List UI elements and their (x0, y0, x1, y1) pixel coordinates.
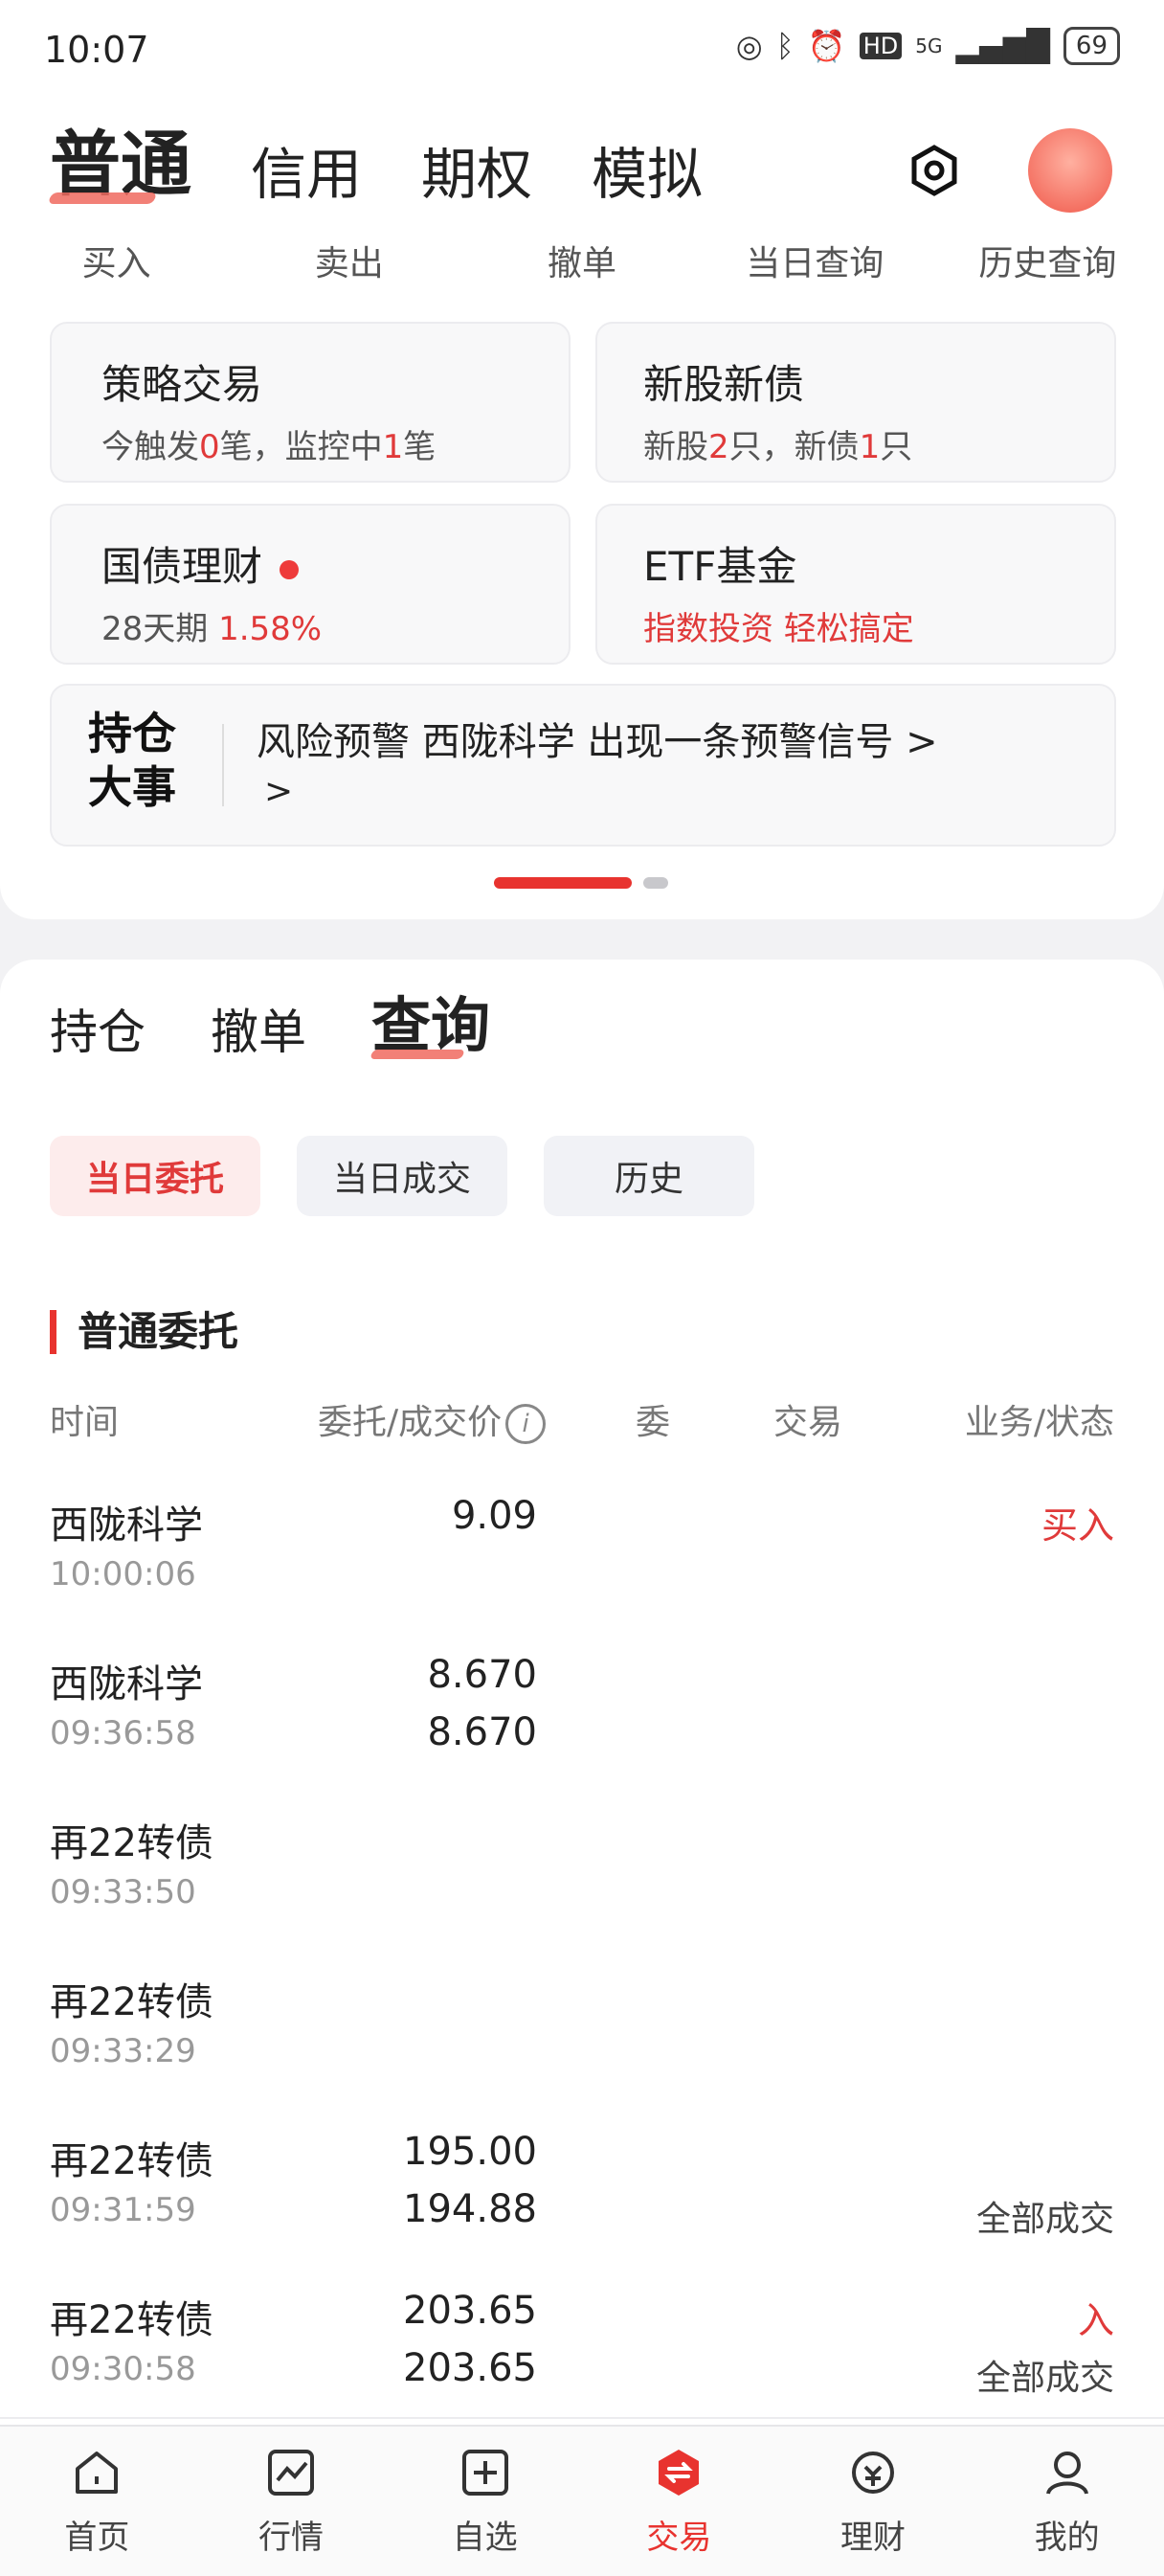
tab-normal[interactable]: 普通 (50, 107, 191, 210)
etf-card[interactable]: ETF基金 指数投资 轻松搞定 (595, 504, 1116, 665)
tab-options[interactable]: 期权 (421, 129, 532, 210)
table-header: 时间 委托/成交价 i 委 交易 业务/状态 (0, 1389, 1164, 1465)
quick-actions: 买入 卖出 撤单 当日查询 历史查询 (0, 236, 1164, 285)
bond-finance-sub: 28天期 1.58% (101, 610, 323, 648)
table-row[interactable]: 再22转债 09:30:58 203.65 203.65 入 全部成交 (0, 2258, 1164, 2419)
info-icon[interactable]: i (505, 1404, 547, 1444)
table-row[interactable]: 西陇科学 10:00:06 9.09 买入 (0, 1463, 1164, 1624)
col-trade: 交易 (773, 1403, 843, 1442)
ipo-title: 新股新债 (643, 361, 805, 408)
alert-more-icon[interactable]: > (264, 772, 293, 811)
table-row[interactable]: 再22转债 09:31:59 195.00 194.88 全部成交 (0, 2099, 1164, 2260)
chip-today-orders[interactable]: 当日委托 (50, 1136, 260, 1216)
signal-icon: ▂▄▆█ (955, 28, 1050, 64)
chip-today-trades[interactable]: 当日成交 (297, 1136, 507, 1216)
orders-tabs: 持仓 撤单 查询 (50, 977, 555, 1063)
nav-mine[interactable]: 我的 (970, 2427, 1164, 2576)
nav-home[interactable]: 首页 (0, 2427, 194, 2576)
table-row[interactable]: 西陇科学 09:36:58 8.670 8.670 (0, 1622, 1164, 1783)
col-qty: 委 (636, 1403, 671, 1442)
cancel-order-action[interactable]: 撤单 (465, 236, 698, 285)
col-status: 业务/状态 (964, 1403, 1114, 1442)
etf-sub: 指数投资 轻松搞定 (643, 610, 914, 648)
carousel-dot (643, 877, 668, 889)
strategy-title: 策略交易 (101, 361, 263, 408)
nav-finance[interactable]: 理财 (776, 2427, 971, 2576)
bond-finance-title: 国债理财 (101, 534, 569, 593)
avatar[interactable] (1028, 128, 1112, 213)
alert-text: 风险预警 西陇科学 出现一条预警信号 > (257, 720, 938, 764)
tab-simulation[interactable]: 模拟 (592, 129, 703, 210)
alert-badge: 持仓 大事 (88, 708, 176, 813)
tab-positions[interactable]: 持仓 (50, 994, 146, 1063)
buy-action[interactable]: 买入 (0, 236, 233, 285)
trade-icon (659, 2449, 700, 2496)
ipo-card[interactable]: 新股新债 新股2只，新债1只 (595, 322, 1116, 483)
etf-title: ETF基金 (643, 543, 797, 590)
sell-action[interactable]: 卖出 (233, 236, 465, 285)
history-query-action[interactable]: 历史查询 (931, 236, 1164, 285)
home-icon (76, 2451, 119, 2494)
notification-dot (280, 559, 300, 579)
col-time: 时间 (50, 1403, 120, 1442)
ipo-sub: 新股2只，新债1只 (643, 428, 913, 466)
query-filter-chips: 当日委托 当日成交 历史 (50, 1136, 754, 1216)
tab-query[interactable]: 查询 (371, 977, 490, 1063)
nav-market[interactable]: 行情 (194, 2427, 389, 2576)
strategy-trade-card[interactable]: 策略交易 今触发0笔，监控中1笔 (50, 322, 571, 483)
account-tabs: 普通 信用 期权 模拟 (50, 107, 762, 210)
alert-divider (222, 724, 224, 806)
tab-cancel[interactable]: 撤单 (211, 994, 306, 1063)
alarm-icon: ⏰ (807, 28, 846, 64)
position-alert-banner[interactable]: 持仓 大事 风险预警 西陇科学 出现一条预警信号 > > (50, 684, 1116, 847)
hotspot-icon: ◎ (735, 28, 763, 64)
hd-icon: HD (859, 33, 903, 59)
bond-finance-card[interactable]: 国债理财 28天期 1.58% (50, 504, 571, 665)
clock: 10:07 (44, 29, 149, 71)
nav-watchlist[interactable]: 自选 (388, 2427, 582, 2576)
status-icons: ◎ ᛒ ⏰ HD 5G ▂▄▆█ 69 (736, 27, 1120, 65)
today-query-action[interactable]: 当日查询 (699, 236, 931, 285)
bottom-nav: 首页 行情 自选 交易 理财 我的 (0, 2425, 1164, 2576)
profile-icon (1045, 2451, 1088, 2495)
add-icon (461, 2449, 508, 2496)
strategy-sub: 今触发0笔，监控中1笔 (101, 428, 436, 466)
tab-credit[interactable]: 信用 (251, 129, 362, 210)
battery-level: 69 (1063, 27, 1120, 65)
table-row[interactable]: 再22转债 09:33:50 (0, 1781, 1164, 1942)
finance-icon (852, 2451, 895, 2494)
chart-icon (268, 2449, 314, 2496)
section-title: 普通委托 (50, 1310, 238, 1354)
nav-trade[interactable]: 交易 (582, 2427, 776, 2576)
settings-icon[interactable] (907, 144, 961, 197)
carousel-indicator (494, 877, 668, 889)
bluetooth-icon: ᛒ (775, 28, 795, 64)
network-label: 5G (915, 34, 943, 57)
chip-history[interactable]: 历史 (544, 1136, 754, 1216)
table-row[interactable]: 再22转债 09:33:29 (0, 1940, 1164, 2101)
carousel-dot-active (494, 877, 632, 889)
col-price: 委托/成交价 i (318, 1394, 547, 1444)
